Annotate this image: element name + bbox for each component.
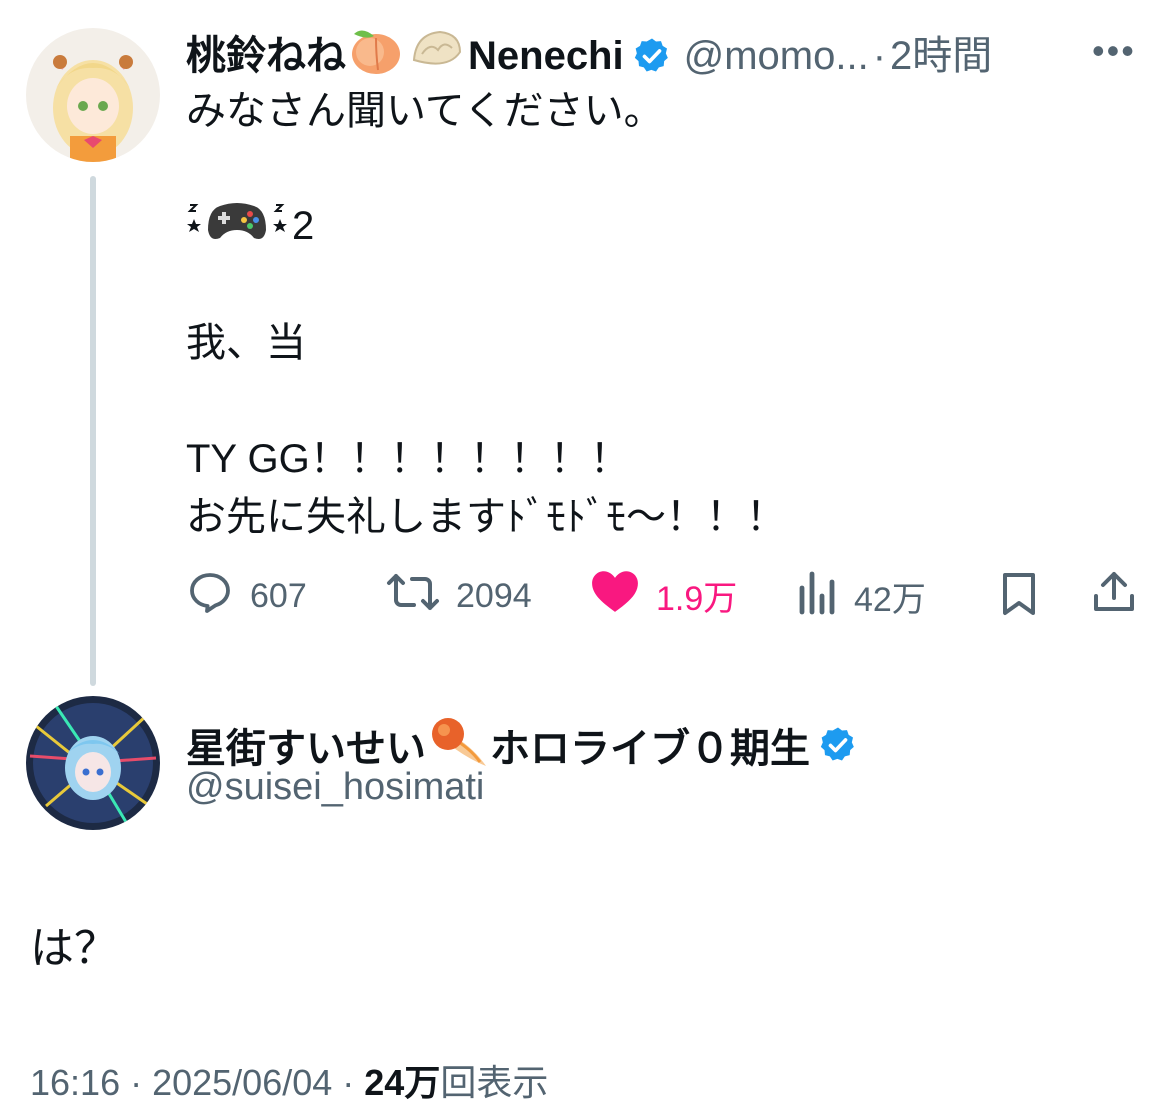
bookmark-icon <box>1003 573 1035 615</box>
like-count: 1.9万 <box>656 580 738 618</box>
display-name[interactable]: 桃鈴ねね <box>186 32 346 80</box>
avatar-nene-image <box>26 28 160 162</box>
repost-count: 2094 <box>456 577 532 615</box>
like-button[interactable]: 1.9万 <box>590 568 737 623</box>
sparkle-left-icon <box>182 201 206 251</box>
share-icon <box>1094 572 1134 611</box>
views-label: 回表示 <box>440 1062 549 1103</box>
tweet-text-line-4: TY GG！！！！！！！！ <box>186 437 630 481</box>
tweet-text-line-5: お先に失礼しますﾄﾞﾓﾄﾞﾓ〜！！！ <box>186 495 786 539</box>
peach-emoji-icon <box>348 24 404 87</box>
reply-verified-badge-icon <box>818 725 858 765</box>
display-name-suffix[interactable]: Nenechi <box>468 32 624 80</box>
meta-separator: · <box>120 1062 153 1103</box>
timestamp[interactable]: 2時間 <box>890 32 992 80</box>
reply-avatar[interactable] <box>26 696 160 830</box>
reply-handle[interactable]: @suisei_hosimati <box>186 766 484 809</box>
views-count: 42万 <box>854 581 926 619</box>
tweet-text-line-1: みなさん聞いてください。 <box>186 89 664 133</box>
handle[interactable]: @momo... <box>684 32 869 80</box>
game-controller-icon <box>206 196 268 256</box>
reply-icon <box>186 568 234 625</box>
tweet-text-line-3: 我、当 <box>186 321 306 365</box>
thread-line <box>90 176 96 686</box>
verified-badge-icon <box>632 36 672 76</box>
sparkle-right-icon <box>268 201 292 251</box>
dumpling-emoji-icon <box>408 24 466 87</box>
avatar[interactable] <box>26 28 160 162</box>
meta-separator: · <box>332 1062 365 1103</box>
tweet-date[interactable]: 2025/06/04 <box>152 1062 332 1103</box>
tweet-text-line-2: 2 <box>182 196 314 256</box>
tweet-time[interactable]: 16:16 <box>30 1062 120 1103</box>
more-options-icon[interactable]: ••• <box>1092 30 1136 72</box>
tweet-text-line-2-suffix: 2 <box>292 203 315 248</box>
views-total: 24万 <box>364 1062 441 1103</box>
repost-icon <box>386 568 440 625</box>
reply-count: 607 <box>250 577 307 615</box>
tweet-meta: 16:16 · 2025/06/04 · 24万回表示 <box>30 1054 548 1106</box>
reply-button[interactable]: 607 <box>186 568 307 625</box>
parent-tweet-header: 桃鈴ねね Nenechi @momo... · 2時間 <box>186 24 992 87</box>
views-bar-chart-icon <box>798 568 838 625</box>
share-button[interactable] <box>1090 568 1138 621</box>
avatar-suisei-image <box>26 696 160 830</box>
reply-tweet-text: は？ <box>30 924 118 973</box>
repost-button[interactable]: 2094 <box>386 568 532 625</box>
views-button[interactable]: 42万 <box>798 568 926 625</box>
reply-display-name-suffix[interactable]: ホロライブ０期生 <box>490 716 810 774</box>
separator-dot: · <box>872 33 887 78</box>
bookmark-button[interactable] <box>998 570 1040 623</box>
heart-filled-icon <box>590 568 640 623</box>
